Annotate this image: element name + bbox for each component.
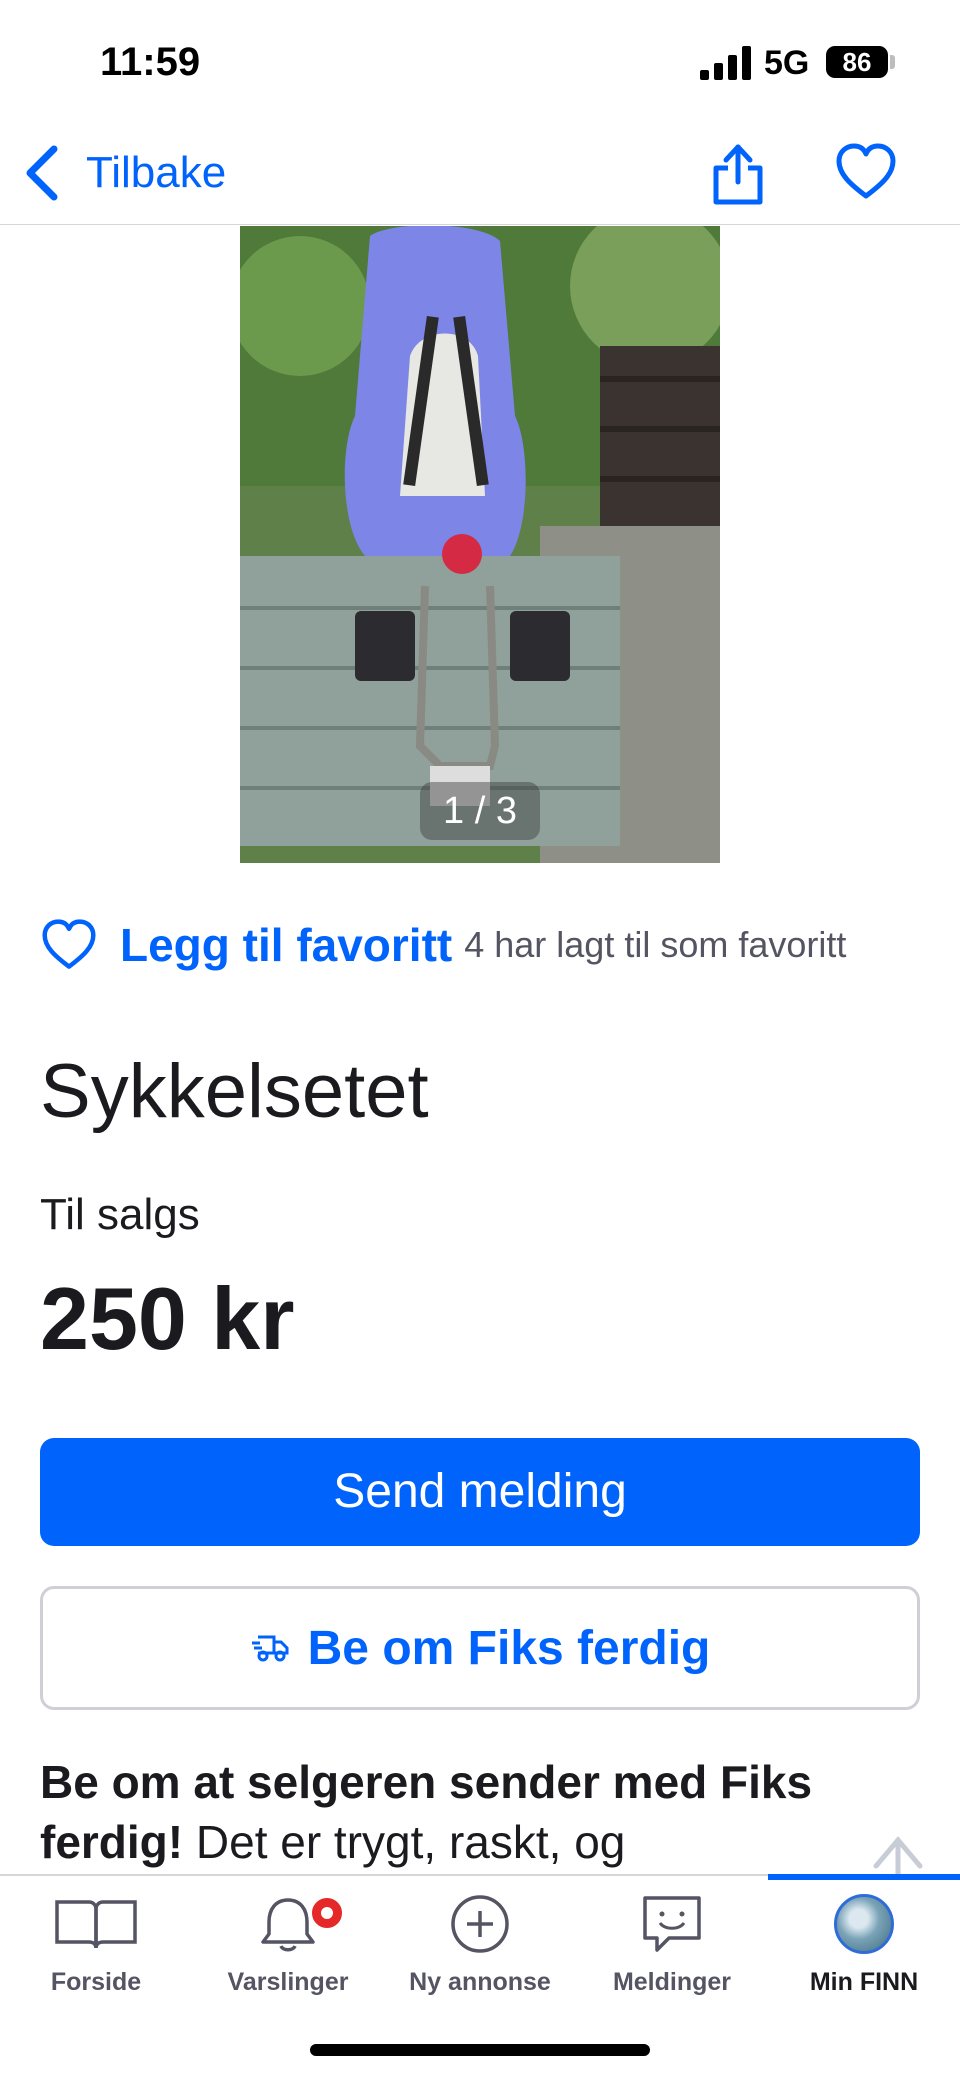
add-favorite-link[interactable]: Legg til favoritt bbox=[120, 918, 452, 972]
signal-icon bbox=[700, 46, 751, 80]
status-time: 11:59 bbox=[100, 40, 201, 84]
back-label: Tilbake bbox=[86, 148, 227, 197]
heart-icon[interactable] bbox=[40, 918, 98, 972]
tab-label: Meldinger bbox=[612, 1968, 732, 1996]
delivery-truck-icon bbox=[251, 1635, 289, 1662]
listing-title: Sykkelsetet bbox=[40, 1049, 429, 1134]
share-icon[interactable] bbox=[706, 138, 770, 206]
chat-icon bbox=[643, 1896, 701, 1952]
tab-label: Ny annonse bbox=[409, 1968, 551, 1996]
tab-label: Forside bbox=[50, 1968, 142, 1996]
listing-photo[interactable] bbox=[240, 226, 720, 863]
send-message-button[interactable]: Send melding bbox=[40, 1438, 920, 1546]
favorite-row: Legg til favoritt 4 har lagt til som fav… bbox=[40, 910, 846, 980]
heart-icon[interactable] bbox=[834, 140, 898, 204]
fiks-ferdig-label: Be om Fiks ferdig bbox=[307, 1621, 711, 1675]
tab-label: Min FINN bbox=[809, 1968, 919, 1996]
notification-badge bbox=[308, 1894, 346, 1932]
battery-icon: 86 bbox=[826, 46, 888, 78]
avatar bbox=[834, 1894, 894, 1954]
arrow-up-icon[interactable] bbox=[868, 1830, 928, 1876]
listing-price: 250 kr bbox=[40, 1269, 295, 1368]
active-tab-indicator bbox=[768, 1874, 960, 1880]
navigation-bar: Tilbake bbox=[0, 120, 960, 225]
listing-status: Til salgs bbox=[40, 1190, 200, 1239]
promo-text: Det er trygt, raskt, og bbox=[183, 1816, 626, 1868]
favorite-count: 4 har lagt til som favoritt bbox=[464, 924, 847, 965]
tab-min-finn[interactable]: Min FINN bbox=[768, 1894, 960, 2014]
tab-ny-annonse[interactable]: Ny annonse bbox=[384, 1894, 576, 2014]
network-type: 5G bbox=[764, 44, 810, 82]
fiks-ferdig-promo: Be om at selgeren sender med Fiks ferdig… bbox=[40, 1752, 920, 1872]
battery-tip bbox=[890, 55, 895, 69]
fiks-ferdig-button[interactable]: Be om Fiks ferdig bbox=[40, 1586, 920, 1710]
tab-label: Varslinger bbox=[227, 1968, 349, 1996]
plus-circle-icon bbox=[451, 1895, 509, 1953]
tab-meldinger[interactable]: Meldinger bbox=[576, 1894, 768, 2014]
home-indicator bbox=[310, 2044, 650, 2056]
bike-seat-image bbox=[240, 226, 720, 863]
back-button[interactable]: Tilbake bbox=[20, 140, 226, 206]
image-counter: 1 / 3 bbox=[420, 782, 540, 840]
book-icon bbox=[55, 1900, 137, 1949]
chevron-left-icon bbox=[26, 145, 58, 201]
tab-varslinger[interactable]: Varslinger bbox=[192, 1894, 384, 2014]
tab-forside[interactable]: Forside bbox=[0, 1894, 192, 2014]
status-bar: 11:59 5G 86 bbox=[0, 0, 960, 120]
